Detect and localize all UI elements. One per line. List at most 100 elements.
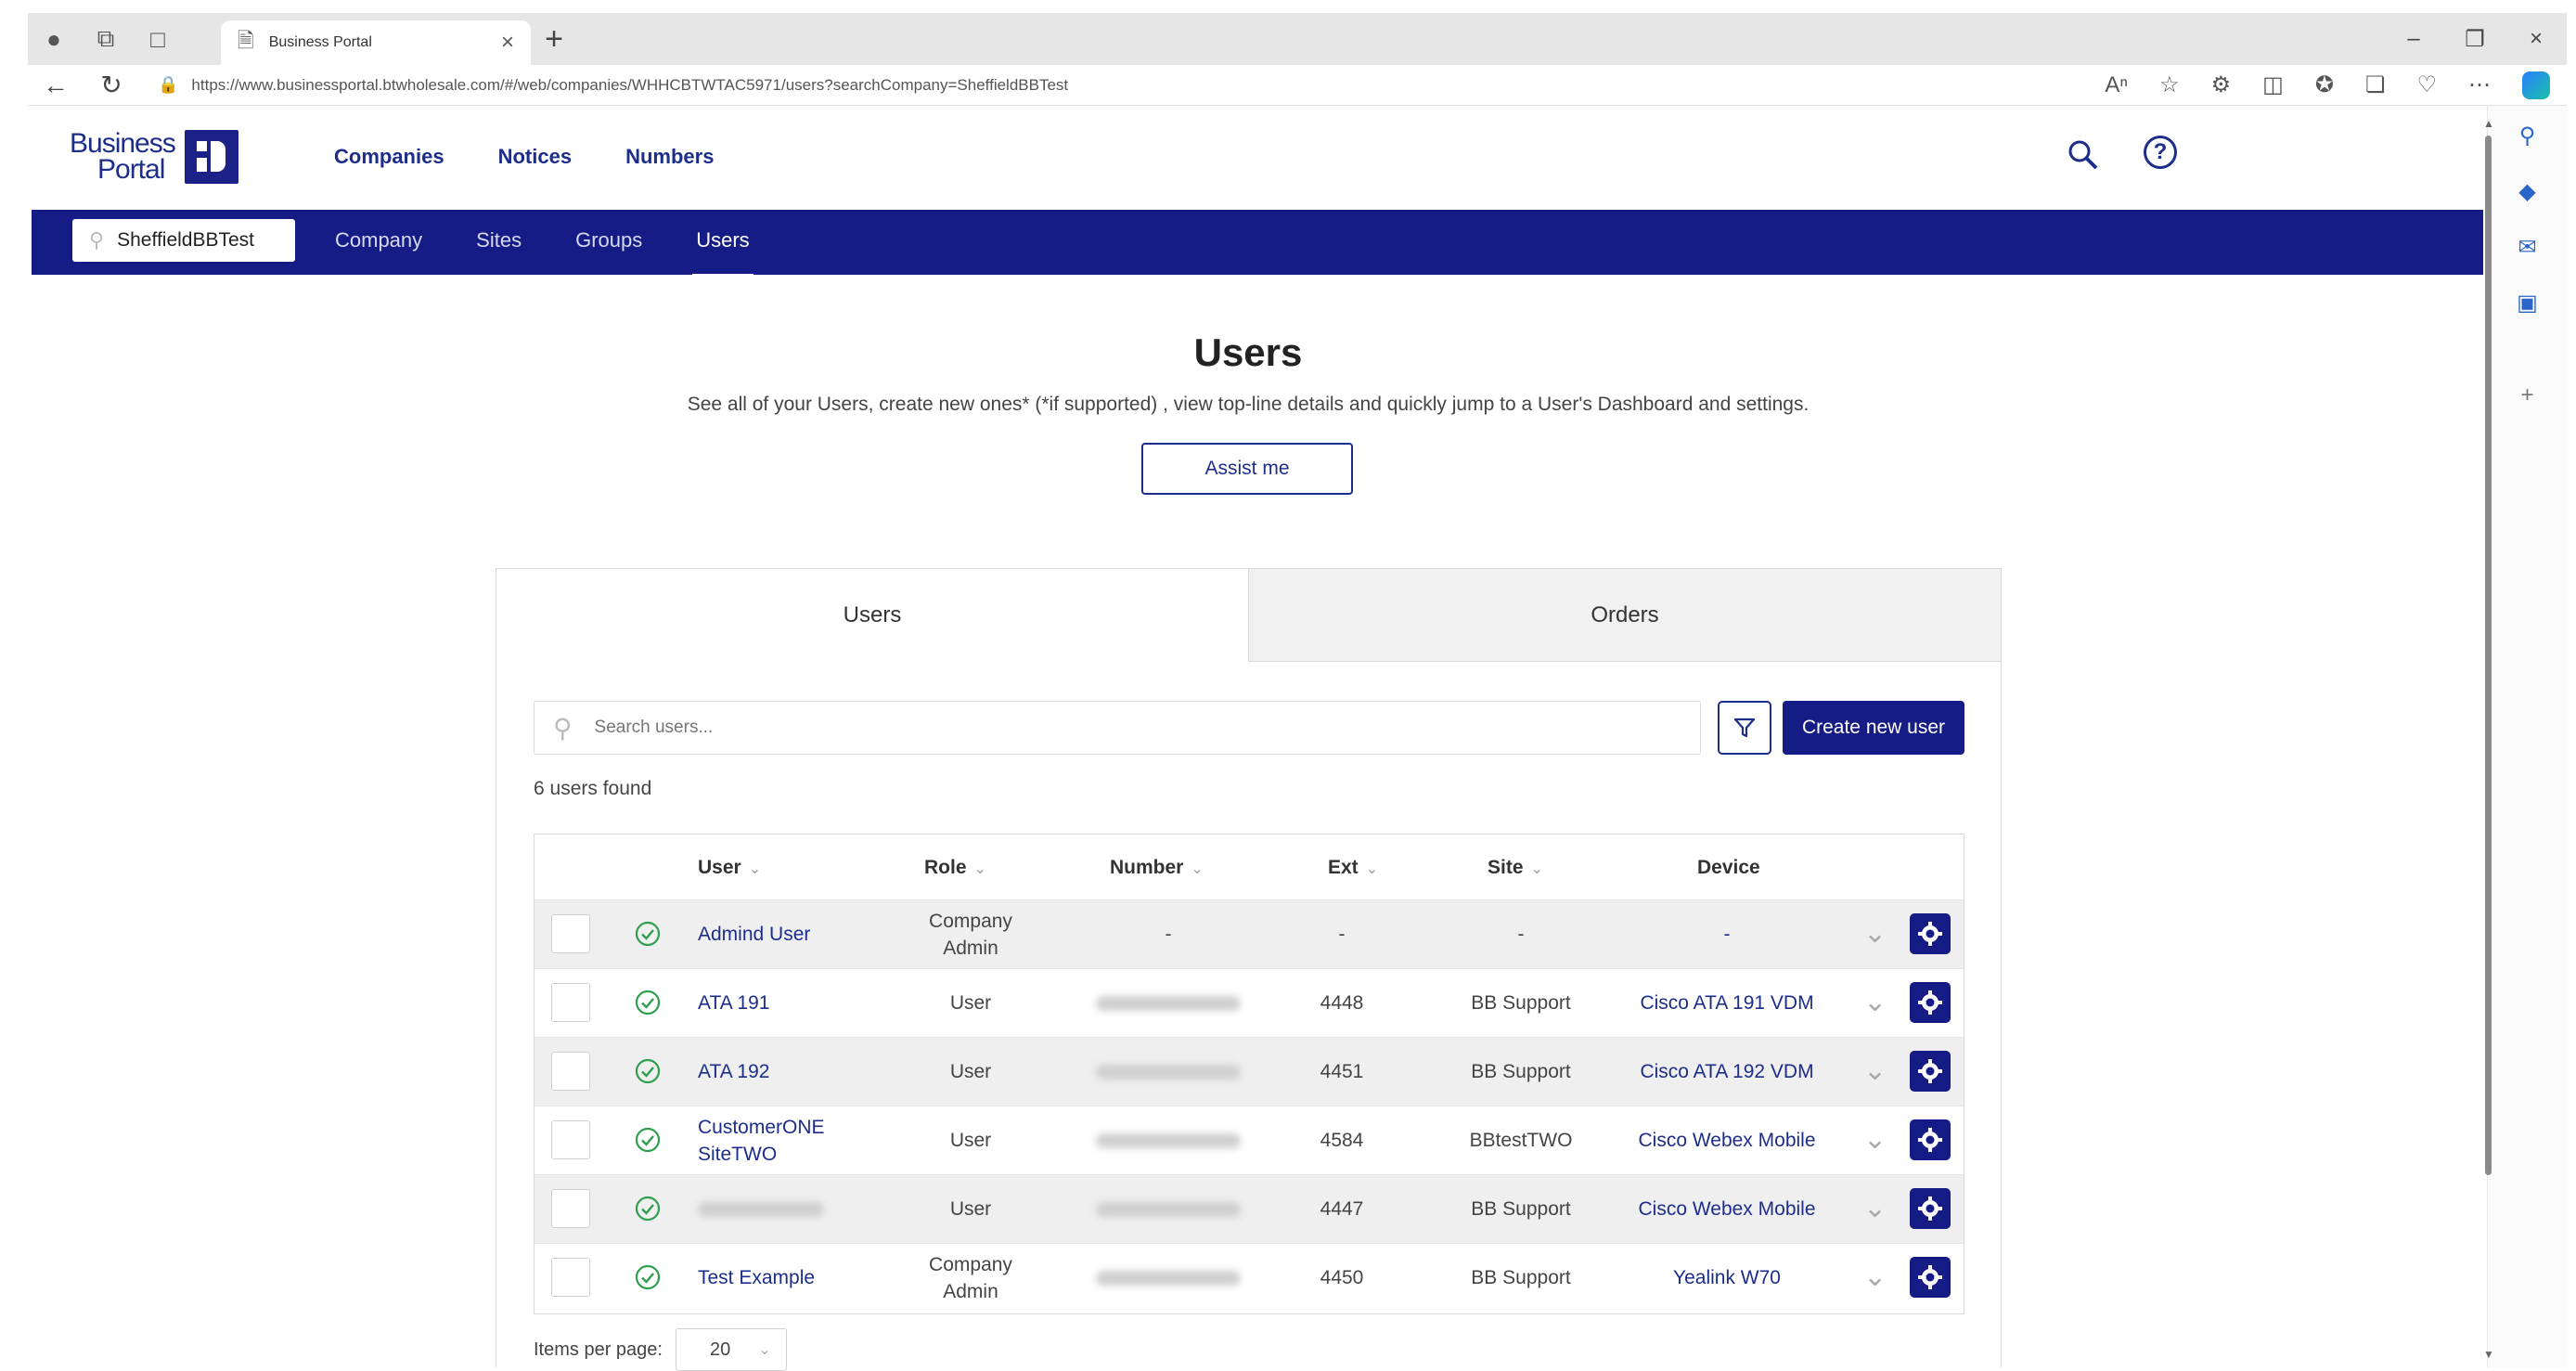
row-checkbox[interactable]	[551, 983, 590, 1022]
refresh-button[interactable]: ↻	[84, 70, 139, 100]
user-name[interactable]: Admind User	[698, 921, 856, 948]
browser-tab[interactable]: 🗎 Business Portal ×	[221, 20, 531, 65]
user-name[interactable]: CustomerONE SiteTWO	[698, 1114, 856, 1168]
user-settings-button[interactable]	[1910, 1119, 1951, 1160]
business-portal-logo[interactable]: Business Portal	[70, 130, 238, 184]
read-aloud-icon[interactable]: Aⁿ	[2105, 72, 2128, 98]
table-row[interactable]: CustomerONE SiteTWO User 4584 BBtestTWO Cisc…	[535, 1106, 1964, 1174]
favorites-icon[interactable]: ✪	[2315, 71, 2334, 98]
restore-icon[interactable]: ❐	[2444, 26, 2505, 53]
items-per-page-select[interactable]: 20 ⌄	[675, 1328, 787, 1371]
user-device[interactable]: Cisco ATA 192 VDM	[1611, 1058, 1843, 1085]
user-site[interactable]: BB Support	[1433, 1264, 1609, 1291]
header-role[interactable]: Role ⌄	[924, 857, 986, 879]
copilot-icon[interactable]	[2522, 71, 2550, 99]
close-window-icon[interactable]: ×	[2505, 26, 2567, 53]
shopping-icon[interactable]: ◆	[2513, 176, 2543, 206]
help-icon[interactable]: ?	[2144, 136, 2177, 169]
teams-icon[interactable]: ▣	[2513, 288, 2543, 317]
scroll-thumb[interactable]	[2485, 136, 2492, 1175]
outlook-icon[interactable]: ✉	[2513, 232, 2543, 262]
minimize-icon[interactable]: –	[2383, 26, 2444, 53]
scroll-down-icon[interactable]: ▼	[2483, 1348, 2494, 1361]
browser-essentials-icon[interactable]: ♡	[2416, 71, 2437, 98]
row-checkbox[interactable]	[551, 1258, 590, 1297]
expand-row-icon[interactable]: ⌄	[1863, 986, 1887, 1018]
user-settings-button[interactable]	[1910, 1051, 1951, 1092]
nav-numbers[interactable]: Numbers	[625, 145, 714, 169]
user-settings-button[interactable]	[1910, 913, 1951, 954]
page-scrollbar[interactable]: ▲ ▼	[2483, 117, 2494, 1361]
search-users-input[interactable]	[592, 717, 1614, 739]
expand-row-icon[interactable]: ⌄	[1863, 1123, 1887, 1156]
row-checkbox[interactable]	[551, 914, 590, 953]
workspaces-icon[interactable]: ⧉	[80, 13, 132, 65]
subnav-sites[interactable]: Sites	[476, 228, 522, 252]
header-user[interactable]: User ⌄	[698, 857, 761, 879]
subnav-users[interactable]: Users	[692, 228, 754, 278]
expand-row-icon[interactable]: ⌄	[1863, 1192, 1887, 1224]
sort-number-icon[interactable]: ⌄	[1191, 861, 1203, 877]
company-search-field[interactable]: ⚲ SheffieldBBTest	[72, 219, 295, 262]
row-checkbox[interactable]	[551, 1052, 590, 1091]
user-name[interactable]: ATA 192	[698, 1058, 856, 1085]
header-number[interactable]: Number ⌄	[1110, 857, 1204, 879]
user-name[interactable]: Test Example	[698, 1264, 856, 1291]
close-tab-icon[interactable]: ×	[501, 30, 514, 56]
table-row[interactable]: Test Example Company Admin 4450 BB Support Ye…	[535, 1243, 1964, 1312]
tab-users[interactable]: Users	[496, 569, 1248, 662]
filter-button[interactable]	[1718, 701, 1771, 755]
table-row[interactable]: ATA 192 User 4451 BB Support Cisco ATA 192 V…	[535, 1037, 1964, 1106]
more-options-icon[interactable]: ⋯	[2468, 71, 2491, 98]
tab-actions-icon[interactable]: □	[132, 13, 184, 65]
new-tab-button[interactable]: +	[531, 21, 577, 58]
table-row[interactable]: User 4447 BB Support Cisco Webex Mobile ⌄	[535, 1174, 1964, 1243]
favorite-star-icon[interactable]: ☆	[2159, 71, 2180, 98]
user-device[interactable]: -	[1611, 921, 1843, 948]
row-checkbox[interactable]	[551, 1189, 590, 1228]
user-name[interactable]: ATA 191	[698, 989, 856, 1016]
expand-row-icon[interactable]: ⌄	[1863, 917, 1887, 950]
user-device[interactable]: Cisco Webex Mobile	[1611, 1127, 1843, 1154]
add-sidebar-icon[interactable]: +	[2513, 381, 2543, 410]
split-screen-icon[interactable]: ◫	[2262, 71, 2284, 98]
user-site[interactable]: BB Support	[1433, 989, 1609, 1016]
nav-companies[interactable]: Companies	[334, 145, 444, 169]
user-device[interactable]: Cisco ATA 191 VDM	[1611, 989, 1843, 1016]
user-site[interactable]: BB Support	[1433, 1196, 1609, 1222]
user-settings-button[interactable]	[1910, 982, 1951, 1023]
expand-row-icon[interactable]: ⌄	[1863, 1261, 1887, 1293]
user-site[interactable]: BB Support	[1433, 1058, 1609, 1085]
header-ext[interactable]: Ext ⌄	[1328, 857, 1378, 879]
sort-role-icon[interactable]: ⌄	[974, 861, 986, 877]
row-checkbox[interactable]	[551, 1120, 590, 1159]
user-settings-button[interactable]	[1910, 1188, 1951, 1229]
expand-row-icon[interactable]: ⌄	[1863, 1054, 1887, 1087]
back-button[interactable]: ←	[28, 71, 84, 100]
subnav-groups[interactable]: Groups	[575, 228, 642, 252]
user-settings-button[interactable]	[1910, 1257, 1951, 1298]
table-row[interactable]: Admind User Company Admin - - - - ⌄	[535, 899, 1964, 968]
user-site[interactable]: -	[1433, 921, 1609, 948]
sort-site-icon[interactable]: ⌄	[1531, 861, 1543, 877]
user-name[interactable]	[698, 1196, 856, 1222]
extension-icon[interactable]: ⚙	[2211, 71, 2232, 98]
subnav-company[interactable]: Company	[335, 228, 422, 252]
create-new-user-button[interactable]: Create new user	[1783, 701, 1964, 755]
header-site[interactable]: Site ⌄	[1488, 857, 1543, 879]
sort-ext-icon[interactable]: ⌄	[1366, 861, 1378, 877]
nav-notices[interactable]: Notices	[498, 145, 572, 169]
user-site[interactable]: BBtestTWO	[1433, 1127, 1609, 1154]
tab-orders[interactable]: Orders	[1248, 569, 2001, 662]
user-device[interactable]: Yealink W70	[1611, 1264, 1843, 1291]
table-row[interactable]: ATA 191 User 4448 BB Support Cisco ATA 191 V…	[535, 968, 1964, 1037]
url-field[interactable]: 🔒 https://www.businessportal.btwholesale…	[139, 69, 1995, 102]
scroll-up-icon[interactable]: ▲	[2483, 117, 2494, 130]
user-device[interactable]: Cisco Webex Mobile	[1611, 1196, 1843, 1222]
assist-me-button[interactable]: Assist me	[1141, 443, 1353, 495]
collections-icon[interactable]: ❏	[2365, 71, 2386, 98]
search-icon[interactable]	[2064, 136, 2103, 175]
profile-icon[interactable]: ●	[28, 13, 80, 65]
sort-user-icon[interactable]: ⌄	[749, 861, 761, 877]
search-sidebar-icon[interactable]: ⚲	[2513, 121, 2543, 150]
